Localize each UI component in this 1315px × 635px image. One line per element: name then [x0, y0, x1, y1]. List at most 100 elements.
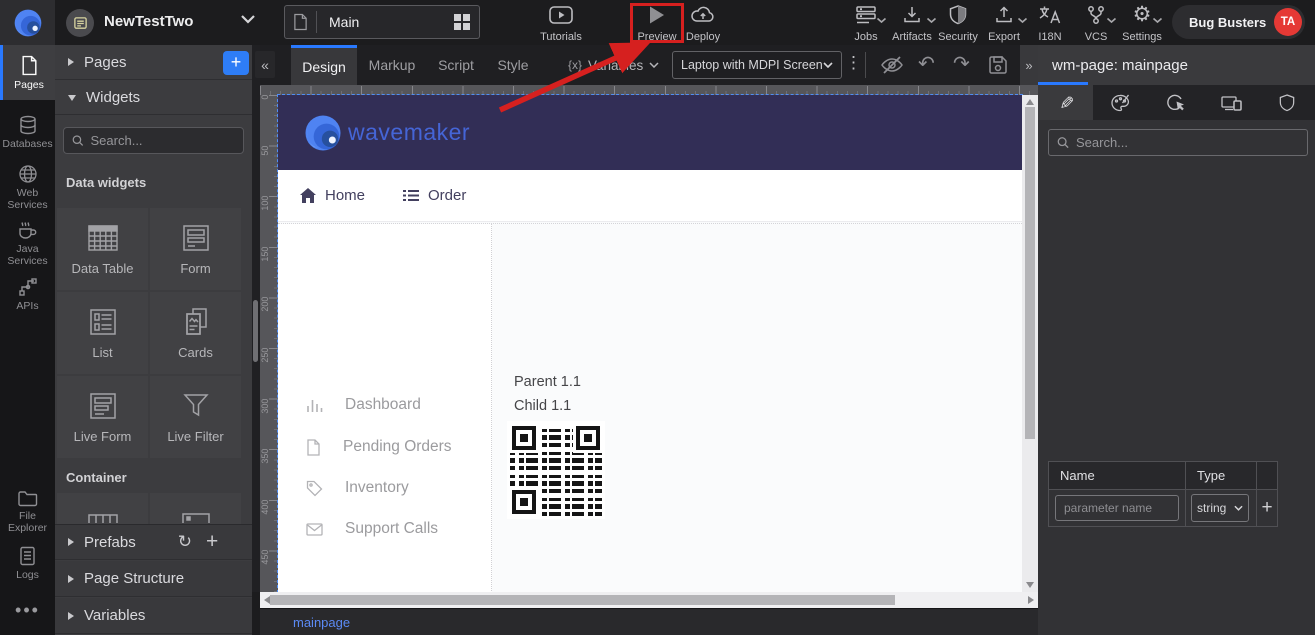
sidebar-item-apis[interactable]: APIs [0, 271, 55, 318]
type-column-header: Type [1186, 462, 1257, 489]
param-name-input[interactable] [1055, 495, 1179, 521]
widget-tile-form[interactable]: Form [150, 208, 241, 290]
menu-item-support-calls[interactable]: Support Calls [306, 520, 438, 538]
search-icon [1057, 136, 1069, 149]
settings-button[interactable]: ⚙ Settings [1114, 5, 1170, 43]
page-grid-icon[interactable] [454, 14, 470, 30]
more-options-button[interactable]: ••• [0, 600, 55, 621]
project-chevron-down-icon[interactable] [240, 14, 256, 24]
child-label[interactable]: Child 1.1 [514, 398, 571, 414]
tab-devices[interactable] [1204, 85, 1259, 120]
widget-search[interactable] [63, 127, 244, 154]
wavemaker-logo-icon [302, 112, 344, 154]
undo-icon[interactable]: ↶ [918, 54, 935, 74]
parent-label[interactable]: Parent 1.1 [514, 374, 581, 390]
collapse-panel-button[interactable]: « [255, 51, 275, 78]
widget-tile-live-filter[interactable]: Live Filter [150, 376, 241, 458]
panel-scrollbar-thumb[interactable] [253, 300, 258, 362]
ruler-label: 200 [260, 297, 272, 348]
project-name[interactable]: NewTestTwo [104, 13, 193, 30]
active-tab-indicator [1038, 82, 1088, 85]
variables-accordion[interactable]: Variables [55, 598, 252, 634]
current-page-name: Main [329, 14, 454, 30]
redo-icon[interactable]: ↷ [953, 54, 970, 74]
tab-events[interactable] [1149, 85, 1204, 120]
widget-search-input[interactable] [91, 133, 235, 148]
chevron-down-icon [1234, 505, 1243, 511]
collapsed-arrow-icon [68, 575, 74, 583]
overflow-dots-icon[interactable]: ⋮ [845, 53, 862, 73]
add-page-button[interactable]: + [223, 51, 249, 75]
tab-script[interactable]: Script [427, 45, 485, 85]
tab-design[interactable]: Design [291, 45, 357, 85]
scroll-right-arrow[interactable] [1028, 596, 1034, 604]
sidebar-item-java-services[interactable]: Java Services [0, 214, 55, 273]
widget-tile-partial-2[interactable] [150, 493, 241, 524]
device-dropdown[interactable]: Laptop with MDPI Screen [672, 51, 842, 79]
widget-tile-list[interactable]: List [57, 292, 148, 374]
ruler-label: 400 [260, 500, 272, 551]
sidebar-item-databases[interactable]: Databases [0, 109, 55, 156]
tab-style[interactable]: Style [485, 45, 541, 85]
tutorials-button[interactable]: Tutorials [533, 5, 589, 43]
refresh-icon[interactable]: ↻ [178, 532, 192, 552]
widget-tile-partial-1[interactable] [57, 493, 148, 524]
page-header-panel[interactable]: wavemaker [278, 95, 1022, 170]
scroll-up-arrow[interactable] [1026, 99, 1034, 105]
api-nodes-icon [18, 277, 38, 297]
expand-right-button[interactable]: » [1020, 45, 1038, 85]
page-structure-accordion[interactable]: Page Structure [55, 561, 252, 597]
wavemaker-logo[interactable] [0, 0, 55, 45]
variables-dropdown[interactable]: {x} Variables [568, 45, 659, 85]
qr-code-image [507, 421, 605, 519]
ruler-label: 250 [260, 348, 272, 399]
ruler-label: 450 [260, 550, 272, 592]
sidebar-item-logs[interactable]: Logs [0, 540, 55, 587]
security-shield-icon [949, 5, 967, 25]
property-search[interactable] [1048, 129, 1308, 156]
open-page-tab[interactable]: mainpage [293, 615, 350, 630]
menu-item-pending-orders[interactable]: Pending Orders [306, 438, 452, 456]
bar-chart-icon [306, 397, 323, 413]
shield-icon [1279, 94, 1295, 112]
param-type-select[interactable]: string [1191, 494, 1249, 522]
design-canvas-page[interactable]: wavemaker Home Order Dashboard Pending O… [278, 95, 1022, 592]
nav-item-order[interactable]: Order [403, 187, 466, 204]
tab-markup[interactable]: Markup [357, 45, 427, 85]
sidebar-item-file-explorer[interactable]: File Explorer [0, 483, 55, 540]
tab-properties[interactable]: ✎ [1038, 85, 1093, 120]
prefabs-accordion[interactable]: Prefabs ↻ + [55, 524, 252, 560]
scroll-down-arrow[interactable] [1026, 582, 1034, 588]
wavemaker-logo-text: wavemaker [348, 119, 470, 146]
save-icon[interactable] [988, 55, 1008, 75]
page-selector[interactable]: Main [284, 5, 480, 39]
search-icon [72, 134, 84, 147]
widgets-accordion[interactable]: Widgets [55, 81, 252, 115]
menu-item-dashboard[interactable]: Dashboard [306, 396, 421, 414]
widget-tile-data-table[interactable]: Data Table [57, 208, 148, 290]
add-prefab-button[interactable]: + [206, 530, 218, 554]
property-search-input[interactable] [1076, 135, 1299, 150]
project-icon[interactable] [66, 9, 94, 37]
globe-icon [18, 164, 38, 184]
nav-item-home[interactable]: Home [300, 187, 365, 204]
sidebar-item-web-services[interactable]: Web Services [0, 158, 55, 217]
mail-icon [306, 523, 323, 536]
widget-tile-live-form[interactable]: Live Form [57, 376, 148, 458]
sidebar-item-pages[interactable]: Pages [0, 45, 55, 100]
tab-styles[interactable] [1093, 85, 1148, 120]
team-button[interactable]: Bug Busters TA [1172, 5, 1305, 39]
ruler-label: 350 [260, 449, 272, 500]
cursor-click-icon [1166, 93, 1186, 112]
avatar[interactable]: TA [1274, 8, 1302, 36]
deploy-button[interactable]: Deploy [675, 5, 731, 43]
canvas-vertical-scrollbar-thumb[interactable] [1025, 107, 1035, 439]
add-param-button[interactable]: + [1261, 497, 1272, 519]
menu-item-inventory[interactable]: Inventory [306, 479, 409, 497]
canvas-horizontal-scrollbar-thumb[interactable] [270, 595, 895, 605]
tab-security[interactable] [1260, 85, 1315, 120]
hide-outline-eye-off-icon[interactable] [880, 55, 904, 75]
settings-chevron-icon[interactable] [1152, 17, 1163, 24]
pages-accordion[interactable]: Pages + [55, 45, 252, 80]
widget-tile-cards[interactable]: Cards [150, 292, 241, 374]
